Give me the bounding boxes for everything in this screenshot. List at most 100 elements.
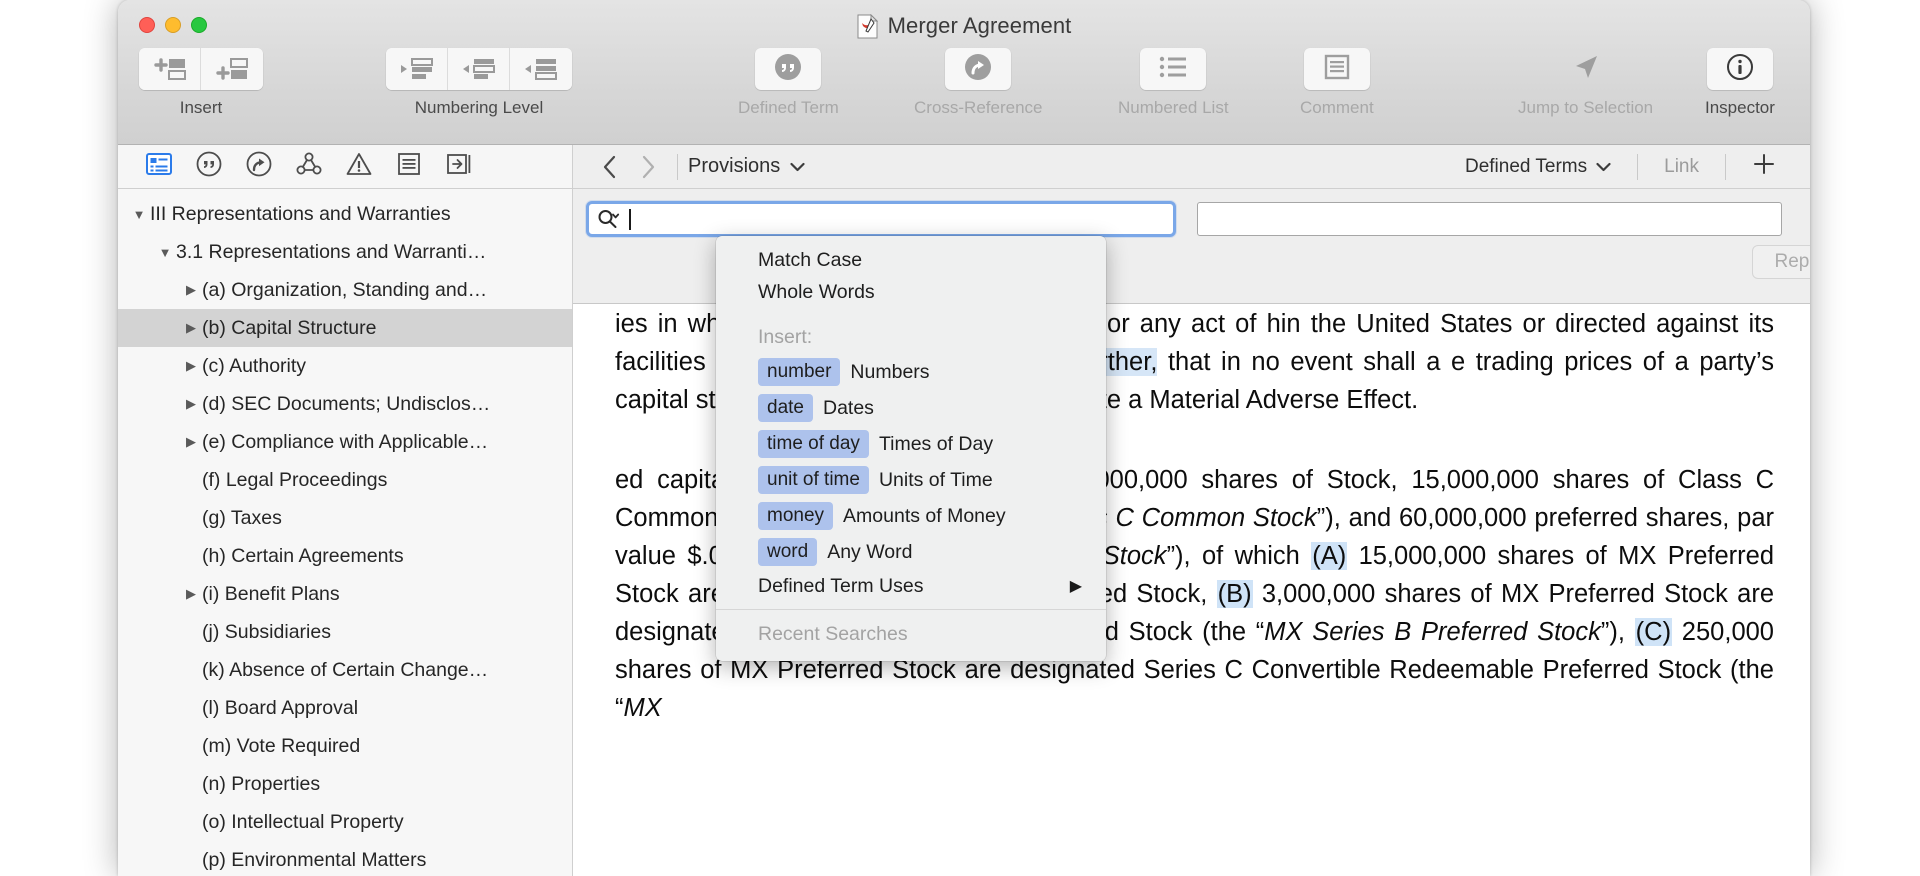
enumerator-b: (B) bbox=[1216, 580, 1253, 608]
outline-row[interactable]: ▶ (b) Capital Structure bbox=[118, 309, 572, 347]
insert-token-item[interactable]: money Amounts of Money bbox=[716, 498, 1106, 534]
disclosure-triangle-right-icon[interactable]: ▶ bbox=[180, 320, 202, 336]
submenu-arrow-icon: ▶ bbox=[1069, 578, 1082, 595]
disclosure-triangle-right-icon[interactable]: ▶ bbox=[180, 396, 202, 412]
document-icon-button[interactable] bbox=[384, 145, 434, 189]
insert-token-item[interactable]: unit of time Units of Time bbox=[716, 462, 1106, 498]
disclosure-triangle-down-icon[interactable]: ▼ bbox=[154, 245, 176, 260]
toolbar-item-defined-term[interactable]: Defined Term bbox=[738, 48, 839, 118]
numbered-list-button[interactable] bbox=[1140, 48, 1207, 90]
outline-row-label: (l) Board Approval bbox=[202, 696, 359, 719]
insert-token-item[interactable]: date Dates bbox=[716, 390, 1106, 426]
defined-term-button[interactable] bbox=[755, 48, 822, 90]
cross-reference-button[interactable] bbox=[945, 48, 1012, 90]
toolbar-item-label: Cross-Reference bbox=[914, 98, 1043, 117]
numbering-level-segmented-control[interactable] bbox=[386, 48, 572, 90]
indent-more-button[interactable] bbox=[510, 48, 572, 90]
toolbar-item-inspector[interactable]: Inspector bbox=[1705, 48, 1775, 118]
issues-icon-button[interactable] bbox=[334, 145, 384, 189]
toolbar-item-jump-to-selection[interactable]: Jump to Selection bbox=[1518, 48, 1653, 118]
outline-row-label: (a) Organization, Standing and… bbox=[202, 278, 488, 301]
search-icon[interactable] bbox=[597, 208, 623, 230]
toolbar-item-numbered-list[interactable]: Numbered List bbox=[1118, 48, 1229, 118]
search-field[interactable] bbox=[586, 201, 1176, 237]
toolbar-group-insert: Insert bbox=[139, 48, 263, 118]
hierarchy-icon-button[interactable] bbox=[284, 145, 334, 189]
outline-row[interactable]: ▶(p) Environmental Matters bbox=[118, 841, 572, 876]
token-pill: unit of time bbox=[758, 465, 869, 495]
outline-row[interactable]: ▼ III Representations and Warranties bbox=[118, 195, 572, 233]
jump-to-selection-button[interactable] bbox=[1553, 48, 1619, 90]
outline-row[interactable]: ▶ (d) SEC Documents; Undisclos… bbox=[118, 385, 572, 423]
outline-sidebar[interactable]: ▼ III Representations and Warranties ▼ 3.1 … bbox=[118, 189, 573, 876]
replace-field[interactable] bbox=[1197, 202, 1782, 236]
insert-below-button[interactable] bbox=[201, 48, 263, 90]
add-button[interactable] bbox=[1736, 152, 1792, 182]
defined-term-uses-label: Defined Term Uses bbox=[758, 574, 924, 597]
chevron-down-icon bbox=[790, 155, 805, 178]
nav-divider bbox=[1725, 153, 1726, 180]
outline-row[interactable]: ▶ (e) Compliance with Applicable… bbox=[118, 423, 572, 461]
nav-divider bbox=[677, 153, 678, 180]
disclosure-triangle-right-icon[interactable]: ▶ bbox=[180, 282, 202, 298]
outline-row-label: (k) Absence of Certain Change… bbox=[202, 658, 489, 681]
disclosure-triangle-right-icon[interactable]: ▶ bbox=[180, 358, 202, 374]
insert-token-item[interactable]: number Numbers bbox=[716, 354, 1106, 390]
outline-row[interactable]: ▶(g) Taxes bbox=[118, 499, 572, 537]
token-pill: money bbox=[758, 501, 834, 531]
doc-line: which bbox=[1234, 542, 1312, 570]
outline-row[interactable]: ▶(o) Intellectual Property bbox=[118, 803, 572, 841]
insert-token-item[interactable]: word Any Word bbox=[716, 534, 1106, 570]
defined-term-uses-item[interactable]: Defined Term Uses ▶ bbox=[716, 570, 1106, 602]
outline-row-label: (b) Capital Structure bbox=[202, 316, 377, 339]
quote-icon bbox=[773, 52, 803, 87]
toolbar-item-label: Inspector bbox=[1705, 98, 1775, 117]
window-title: Merger Agreement bbox=[118, 13, 1810, 39]
chevron-down-icon bbox=[1596, 156, 1611, 178]
insert-above-button[interactable] bbox=[139, 48, 201, 90]
defined-term-icon-button[interactable] bbox=[184, 145, 234, 189]
scope-popup-button[interactable]: Provisions bbox=[688, 155, 805, 178]
insert-token-item[interactable]: time of day Times of Day bbox=[716, 426, 1106, 462]
toolbar-group-label: Insert bbox=[179, 98, 223, 117]
toolbar-item-cross-reference[interactable]: Cross-Reference bbox=[914, 48, 1043, 118]
comment-button[interactable] bbox=[1303, 48, 1370, 90]
outline-row[interactable]: ▶ (c) Authority bbox=[118, 347, 572, 385]
cross-reference-icon-button[interactable] bbox=[234, 145, 284, 189]
search-option-item[interactable]: Match Case bbox=[716, 244, 1106, 276]
inspector-button[interactable] bbox=[1706, 48, 1773, 90]
disclosure-triangle-right-icon[interactable]: ▶ bbox=[180, 586, 202, 602]
defined-term-space bbox=[1411, 618, 1421, 646]
toolbar-item-comment[interactable]: Comment bbox=[1300, 48, 1374, 118]
outline-row[interactable]: ▶(j) Subsidiaries bbox=[118, 613, 572, 651]
nav-back-button[interactable] bbox=[591, 147, 629, 187]
disclosure-triangle-right-icon[interactable]: ▶ bbox=[180, 434, 202, 450]
nav-forward-button[interactable] bbox=[629, 147, 667, 187]
toolbar-group-label: Numbering Level bbox=[414, 98, 544, 117]
outline-row[interactable]: ▶ (a) Organization, Standing and… bbox=[118, 271, 572, 309]
search-option-item[interactable]: Whole Words bbox=[716, 276, 1106, 308]
defined-terms-popup-button[interactable]: Defined Terms bbox=[1449, 156, 1627, 178]
recent-searches-header: Recent Searches bbox=[758, 622, 908, 645]
export-icon-button[interactable] bbox=[434, 145, 484, 189]
menu-separator bbox=[716, 609, 1106, 610]
insert-segmented-control[interactable] bbox=[139, 48, 263, 90]
outline-row[interactable]: ▶(k) Absence of Certain Change… bbox=[118, 651, 572, 689]
disclosure-triangle-down-icon[interactable]: ▼ bbox=[128, 207, 150, 222]
link-button[interactable]: Link bbox=[1648, 156, 1715, 178]
replace-all-button[interactable]: Replace All bbox=[1752, 245, 1810, 279]
outline-row-label: (o) Intellectual Property bbox=[202, 810, 404, 833]
outline-row[interactable]: ▼ 3.1 Representations and Warranti… bbox=[118, 233, 572, 271]
outline-row[interactable]: ▶(m) Vote Required bbox=[118, 727, 572, 765]
indent-button[interactable] bbox=[448, 48, 510, 90]
outline-row[interactable]: ▶(h) Certain Agreements bbox=[118, 537, 572, 575]
outline-row[interactable]: ▶(f) Legal Proceedings bbox=[118, 461, 572, 499]
outline-row[interactable]: ▶(l) Board Approval bbox=[118, 689, 572, 727]
outline-icon-button[interactable] bbox=[134, 145, 184, 189]
outline-row[interactable]: ▶ (i) Benefit Plans bbox=[118, 575, 572, 613]
defined-terms-label: Defined Terms bbox=[1464, 155, 1588, 177]
outline-row-label: (j) Subsidiaries bbox=[202, 620, 331, 643]
search-options-menu[interactable]: Match Case Whole Words Insert: number Number… bbox=[716, 236, 1106, 661]
outline-row[interactable]: ▶(n) Properties bbox=[118, 765, 572, 803]
outdent-button[interactable] bbox=[386, 48, 448, 90]
